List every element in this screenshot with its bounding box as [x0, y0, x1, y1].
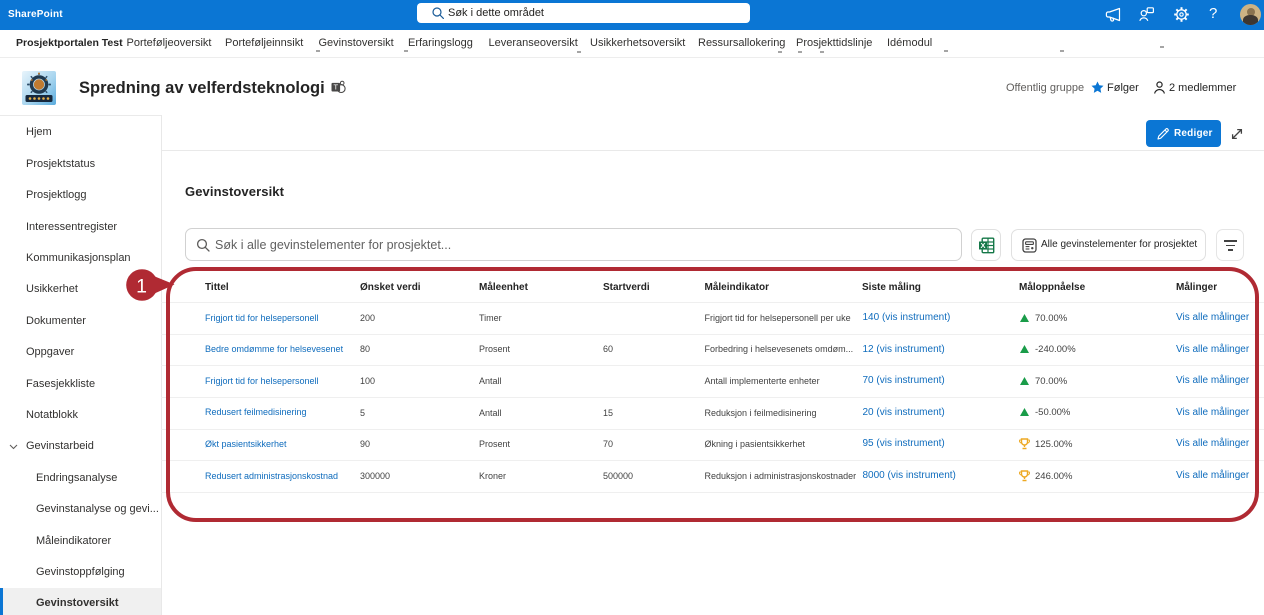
svg-text:1: 1	[136, 276, 147, 298]
svg-text:T: T	[334, 83, 339, 92]
svg-text:X: X	[980, 241, 985, 250]
